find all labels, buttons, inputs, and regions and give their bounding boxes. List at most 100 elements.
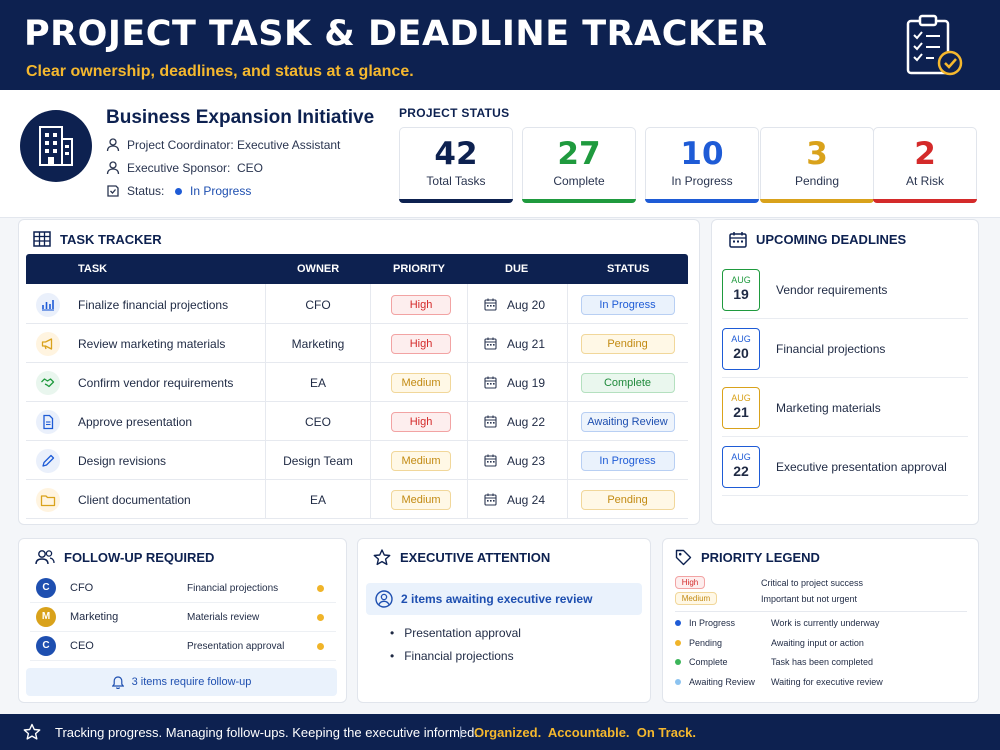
legend-status-desc: Work is currently underway — [771, 618, 880, 628]
pending-dot — [317, 585, 324, 592]
task-owner: EA — [309, 375, 326, 390]
calendar-icon — [484, 298, 497, 311]
status-icon — [107, 185, 119, 197]
task-due: Aug 23 — [507, 453, 546, 468]
date-day: 21 — [733, 404, 749, 420]
avatar: C — [36, 578, 56, 598]
avatar: C — [36, 636, 56, 656]
date-badge: AUG 20 — [722, 328, 760, 370]
deadline-text: Vendor requirements — [776, 283, 888, 297]
followup-row[interactable]: M Marketing Materials review — [30, 603, 336, 632]
legend-title: PRIORITY LEGEND — [675, 549, 820, 566]
executive-item: • Presentation approval — [390, 626, 521, 640]
date-badge: AUG 19 — [722, 269, 760, 311]
task-name: Approve presentation — [78, 414, 193, 429]
task-name: Review marketing materials — [78, 336, 226, 351]
avatar: M — [36, 607, 56, 627]
date-day: 22 — [733, 463, 749, 479]
people-icon — [35, 550, 55, 565]
legend-status: In Progress — [675, 618, 735, 628]
task-owner: CEO — [304, 414, 331, 429]
followup-row[interactable]: C CFO Financial projections — [30, 574, 336, 603]
stat-value: 2 — [914, 136, 936, 172]
task-owner: Marketing — [291, 336, 345, 351]
status-badge: In Progress — [580, 450, 675, 471]
status-label: Status: — [127, 184, 165, 198]
date-day: 19 — [733, 286, 749, 302]
col-task: TASK — [78, 263, 108, 275]
date-badge: AUG 22 — [722, 446, 760, 488]
executive-banner[interactable]: 2 items awaiting executive review — [366, 583, 642, 615]
footer-separator: | — [459, 724, 463, 739]
executive-title: EXECUTIVE ATTENTION — [373, 549, 550, 566]
legend-priority-desc: Important but not urgent — [761, 594, 858, 604]
legend-priority-high: High — [675, 576, 705, 589]
legend-status-name: Pending — [689, 637, 723, 648]
status-value: In Progress — [190, 184, 252, 198]
calendar-icon — [484, 415, 497, 428]
legend-status-desc: Waiting for executive review — [771, 676, 883, 687]
col-owner: OWNER — [297, 263, 340, 275]
table-row[interactable]: Client documentation EA Medium Aug 24 Pendin… — [26, 480, 688, 519]
followup-title-text: FOLLOW-UP REQUIRED — [64, 549, 215, 565]
priority-badge: High — [391, 294, 451, 315]
priority-badge: High — [391, 333, 451, 354]
status-row: Status: In Progress — [106, 184, 251, 198]
task-table-header: TASK OWNER PRIORITY DUE STATUS — [26, 254, 688, 284]
table-row[interactable]: Finalize financial projections CFO High Aug… — [26, 285, 688, 324]
stat-card-in-progress: 10 In Progress — [645, 127, 759, 203]
task-tracker-title-text: TASK TRACKER — [60, 231, 162, 247]
megaphone-icon — [36, 332, 60, 356]
date-month: AUG — [731, 334, 751, 344]
task-due: Aug 21 — [507, 336, 546, 351]
building-icon — [20, 110, 92, 182]
status-badge: Pending — [580, 333, 675, 354]
deadline-item[interactable]: AUG 19 Vendor requirements — [722, 261, 968, 319]
legend-status-desc: Task has been completed — [771, 657, 874, 667]
folder-icon — [36, 488, 60, 512]
followup-owner: CEO — [70, 640, 94, 652]
status-badge: In Progress — [580, 294, 675, 315]
stat-card-at-risk: 2 At Risk — [873, 127, 977, 203]
task-owner: EA — [309, 492, 326, 507]
table-row[interactable]: Design revisions Design Team Medium Aug 23 I… — [26, 441, 688, 480]
clipboard-check-icon — [906, 14, 963, 76]
col-status: STATUS — [607, 263, 650, 275]
followup-summary[interactable]: 3 items require follow-up — [26, 668, 337, 696]
deadline-item[interactable]: AUG 22 Executive presentation approval — [722, 438, 968, 496]
sponsor-label: Executive Sponsor: — [127, 161, 231, 175]
date-badge: AUG 21 — [722, 387, 760, 429]
deadline-item[interactable]: AUG 20 Financial projections — [722, 320, 968, 378]
pending-dot — [317, 643, 324, 650]
calendar-icon — [484, 493, 497, 506]
handshake-icon — [36, 371, 60, 395]
star-icon — [373, 549, 391, 566]
col-due: DUE — [505, 263, 529, 275]
legend-priority-desc: Critical to project success — [761, 578, 864, 588]
stat-card-pending: 3 Pending — [760, 127, 874, 203]
priority-badge: Medium — [391, 489, 451, 510]
sponsor-row: Executive Sponsor: CEO — [106, 161, 263, 175]
stat-label: In Progress — [671, 174, 733, 188]
status-badge: Awaiting Review — [580, 411, 675, 432]
priority-badge: Medium — [391, 372, 451, 393]
task-due: Aug 22 — [507, 414, 546, 429]
person-icon — [106, 138, 120, 152]
followup-row[interactable]: C CEO Presentation approval — [30, 632, 336, 661]
followup-summary-text: 3 items require follow-up — [131, 676, 252, 688]
table-row[interactable]: Review marketing materials Marketing High A… — [26, 324, 688, 363]
deadline-item[interactable]: AUG 21 Marketing materials — [722, 379, 968, 437]
followup-item: Presentation approval — [187, 641, 285, 652]
calendar-icon — [484, 337, 497, 350]
project-status-title: PROJECT STATUS — [399, 106, 510, 120]
status-dot — [175, 187, 182, 195]
task-due: Aug 24 — [507, 492, 546, 507]
task-name: Finalize financial projections — [78, 297, 229, 312]
coordinator-value: Executive Assistant — [237, 138, 341, 152]
status-dot — [675, 678, 681, 685]
bar-chart-icon — [36, 293, 60, 317]
calendar-icon — [484, 376, 497, 389]
table-row[interactable]: Approve presentation CEO High Aug 22 Awaitin… — [26, 402, 688, 441]
table-row[interactable]: Confirm vendor requirements EA Medium Aug 1… — [26, 363, 688, 402]
date-month: AUG — [731, 393, 751, 403]
